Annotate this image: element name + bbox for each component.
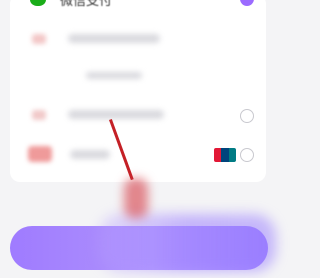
unionpay-stripe-blue	[221, 148, 229, 162]
blurred-option-icon	[32, 34, 46, 44]
blurred-bank-icon	[28, 146, 52, 162]
unionpay-stripe-red	[214, 148, 222, 162]
payment-methods-card: 微信支付	[10, 0, 266, 182]
wechat-radio-checked[interactable]	[240, 0, 254, 6]
blurred-option-text	[68, 110, 164, 119]
payment-option-wechat[interactable]: 微信支付	[10, 0, 266, 9]
blurred-option-icon	[32, 110, 46, 120]
blurred-option-text	[68, 34, 160, 43]
blurred-option-text	[70, 150, 110, 159]
pay-button-glow	[98, 214, 276, 272]
wechat-pay-label: 微信支付	[60, 0, 113, 9]
payment-option-radio[interactable]	[240, 148, 254, 162]
payment-option-radio[interactable]	[240, 109, 254, 123]
payment-option-blurred[interactable]	[10, 104, 266, 128]
annotation-arrow-blur	[124, 178, 148, 218]
unionpay-icon	[214, 148, 236, 162]
unionpay-stripe-teal	[228, 148, 236, 162]
wechat-icon	[30, 0, 46, 6]
payment-option-unionpay[interactable]	[10, 144, 266, 172]
blurred-option-subtext	[86, 72, 142, 79]
